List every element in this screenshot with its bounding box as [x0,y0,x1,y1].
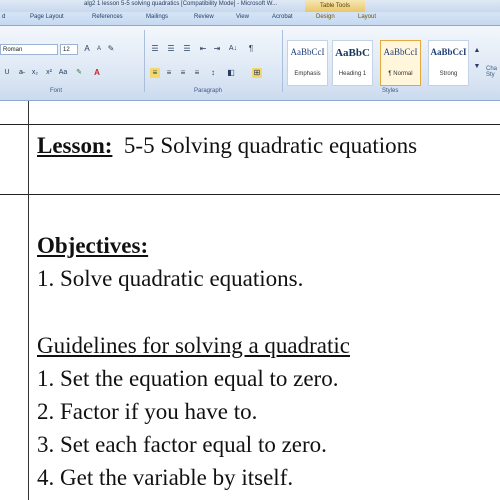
table-row-border [0,194,500,195]
ribbon: Roman 12 A A ✎ U a̶ x₂ x² Aa ✎ A Font ☰ … [0,26,500,101]
justify-icon[interactable]: ≡ [192,68,202,78]
style-name: ¶ Normal [388,71,413,77]
tab-acrobat[interactable]: Acrobat [272,14,293,20]
tab-mailings[interactable]: Mailings [146,14,168,20]
ribbon-tab-row: d Page Layout References Mailings Review… [0,12,500,26]
window-title: alg2 1 lesson 5-5 solving quadratics [Co… [84,1,278,7]
group-divider [282,30,283,92]
shading-icon[interactable]: ◧ [226,68,236,78]
increase-indent-icon[interactable]: ⇥ [212,44,222,54]
style-heading-1[interactable]: AaBbC Heading 1 [332,40,373,86]
font-size-field[interactable]: 12 [60,44,78,55]
style-strong[interactable]: AaBbCcI Strong [428,40,469,86]
guidelines-heading: Guidelines for solving a quadratic [37,333,350,358]
style-name: Strong [439,71,458,77]
lesson-title: 5-5 Solving quadratic equations [123,133,418,158]
font-group-label: Font [50,88,63,94]
subscript-icon[interactable]: x₂ [30,68,40,78]
change-styles-button[interactable]: Cha Sty [486,66,500,78]
tab-home[interactable]: d [2,14,5,20]
borders-icon[interactable]: ⊞ [252,68,262,78]
guideline-step: 2. Factor if you have to. [37,399,258,424]
style-emphasis[interactable]: AaBbCcI Emphasis [287,40,328,86]
paragraph-group-label: Paragraph [194,88,223,94]
tab-design[interactable]: Design [316,14,335,20]
objective-item: 1. Solve quadratic equations. [37,266,304,291]
clear-format-icon[interactable]: ✎ [106,44,116,54]
multilevel-list-icon[interactable]: ☰ [182,44,192,54]
highlight-icon[interactable]: ✎ [74,68,84,78]
line-spacing-icon[interactable]: ↕ [208,68,218,78]
superscript-icon[interactable]: x² [44,68,54,78]
grow-font-icon[interactable]: A [82,44,92,54]
table-border-top [0,124,500,125]
styles-scroll-up-icon[interactable]: ▲ [472,46,482,56]
font-color-icon[interactable]: A [92,68,102,78]
shrink-font-icon[interactable]: A [94,44,104,54]
show-marks-icon[interactable]: ¶ [246,44,256,54]
objectives-heading: Objectives: [37,233,149,258]
tab-references[interactable]: References [92,14,123,20]
strikethrough-icon[interactable]: U [2,68,12,78]
lesson-label: Lesson: [37,133,113,158]
style-sample: AaBbCcI [383,47,418,57]
tab-review[interactable]: Review [194,14,214,20]
font-name-field[interactable]: Roman [0,44,58,55]
style-sample: AaBbCcI [430,47,467,57]
sort-icon[interactable]: A↓ [228,44,238,54]
tab-layout[interactable]: Layout [358,14,376,20]
tab-view[interactable]: View [236,14,249,20]
numbering-icon[interactable]: ☰ [166,44,176,54]
decrease-indent-icon[interactable]: ⇤ [198,44,208,54]
lesson-line: Lesson: 5-5 Solving quadratic equations [37,133,417,159]
table-border-left [28,101,29,500]
guideline-step: 4. Get the variable by itself. [37,465,294,490]
style-name: Emphasis [294,71,321,77]
style-normal[interactable]: AaBbCcI ¶ Normal [380,40,421,86]
style-sample: AaBbCcI [290,47,325,57]
strike-icon[interactable]: a̶ [16,68,26,78]
bullets-icon[interactable]: ☰ [150,44,160,54]
guideline-step: 3. Set each factor equal to zero. [37,432,327,457]
change-case-icon[interactable]: Aa [58,68,68,78]
align-center-icon[interactable]: ≡ [164,68,174,78]
group-divider [144,30,145,92]
align-left-icon[interactable]: ≡ [150,68,160,78]
styles-group-label: Styles [382,88,399,94]
styles-more-icon[interactable]: ▼ [472,62,482,72]
table-tools-label: Table Tools [305,0,365,12]
guideline-step: 1. Set the equation equal to zero. [37,366,339,391]
align-right-icon[interactable]: ≡ [178,68,188,78]
style-name: Heading 1 [338,71,367,77]
style-sample: AaBbC [335,47,370,59]
tab-page-layout[interactable]: Page Layout [30,14,64,20]
